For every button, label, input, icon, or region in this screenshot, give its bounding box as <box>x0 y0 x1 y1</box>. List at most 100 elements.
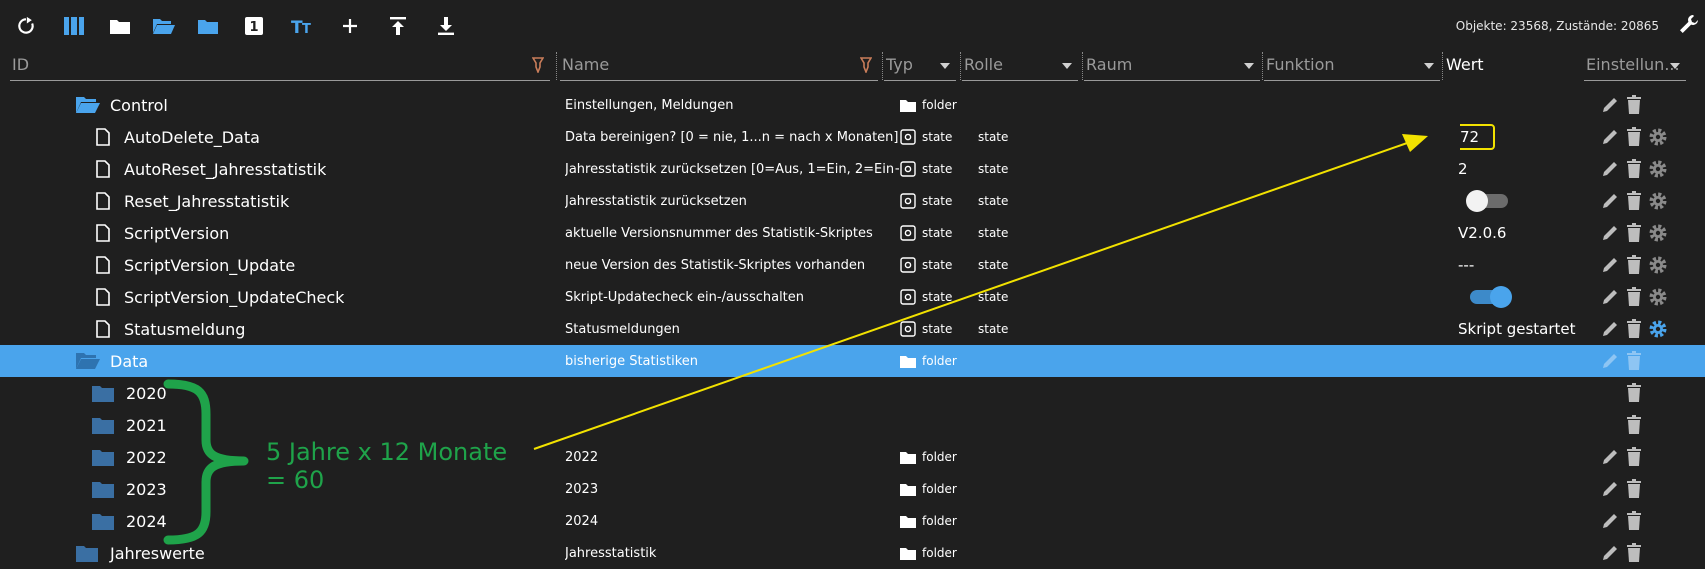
edit-icon[interactable] <box>1600 95 1620 115</box>
column-header-id[interactable]: ID <box>10 52 550 81</box>
table-row[interactable]: 2023 2023 folder <box>0 473 1705 505</box>
chevron-down-icon[interactable] <box>1670 63 1680 69</box>
trash-icon[interactable] <box>1626 511 1642 531</box>
trash-icon[interactable] <box>1626 415 1642 435</box>
column-header-funktion[interactable]: Funktion <box>1264 52 1440 81</box>
filter-pin-icon[interactable] <box>860 57 872 73</box>
edit-icon[interactable] <box>1600 511 1620 531</box>
trash-icon[interactable] <box>1626 95 1642 115</box>
folder-open-icon[interactable] <box>152 14 176 38</box>
trash-icon[interactable] <box>1626 351 1642 371</box>
folder-closed-icon[interactable] <box>108 14 132 38</box>
row-name: Jahresstatistik zurücksetzen <box>565 193 747 209</box>
gear-icon[interactable] <box>1648 159 1668 179</box>
column-header-name[interactable]: Name <box>560 52 878 81</box>
edit-icon[interactable] <box>1600 255 1620 275</box>
folder-icon[interactable] <box>92 513 114 530</box>
folder-icon <box>900 355 916 368</box>
table-row[interactable]: AutoDelete_Data Data bereinigen? [0 = ni… <box>0 121 1705 153</box>
trash-icon[interactable] <box>1626 255 1642 275</box>
column-header-typ[interactable]: Typ <box>884 52 956 81</box>
download-icon[interactable] <box>434 14 458 38</box>
edit-icon[interactable] <box>1600 223 1620 243</box>
edit-icon[interactable] <box>1600 287 1620 307</box>
file-icon <box>96 160 110 178</box>
edit-icon[interactable] <box>1600 191 1620 211</box>
folder-blue-icon[interactable] <box>196 14 220 38</box>
table-row[interactable]: 2024 2024 folder <box>0 505 1705 537</box>
table-row[interactable]: ScriptVersion_Update neue Version des St… <box>0 249 1705 281</box>
row-value[interactable]: 72 <box>1460 124 1496 150</box>
folder-icon[interactable] <box>92 449 114 466</box>
trash-icon[interactable] <box>1626 223 1642 243</box>
folder-open-icon[interactable] <box>76 352 100 370</box>
row-type: folder <box>922 354 957 368</box>
table-row[interactable]: ScriptVersion_UpdateCheck Skript-Updatec… <box>0 281 1705 313</box>
table-row[interactable]: Reset_Jahresstatistik Jahresstatistik zu… <box>0 185 1705 217</box>
row-value[interactable]: V2.0.6 <box>1458 217 1568 249</box>
trash-icon[interactable] <box>1626 383 1642 403</box>
text-size-icon[interactable]: TT <box>290 14 314 38</box>
row-id: Data <box>110 351 149 371</box>
edit-icon[interactable] <box>1600 479 1620 499</box>
row-value[interactable]: Skript gestartet <box>1458 313 1598 345</box>
table-row[interactable]: 2021 <box>0 409 1705 441</box>
chevron-down-icon[interactable] <box>1424 63 1434 69</box>
table-row[interactable]: 2022 2022 folder <box>0 441 1705 473</box>
columns-icon[interactable] <box>62 14 86 38</box>
row-role: state <box>978 162 1009 176</box>
gear-icon[interactable] <box>1648 223 1668 243</box>
table-row[interactable]: Jahreswerte Jahresstatistik folder <box>0 537 1705 569</box>
gear-icon[interactable] <box>1648 191 1668 211</box>
folder-icon[interactable] <box>92 481 114 498</box>
edit-icon[interactable] <box>1600 351 1620 371</box>
wrench-icon[interactable] <box>1679 14 1699 38</box>
table-row[interactable]: 2020 <box>0 377 1705 409</box>
gear-icon[interactable] <box>1648 319 1668 339</box>
row-value[interactable]: 2 <box>1458 153 1568 185</box>
trash-icon[interactable] <box>1626 191 1642 211</box>
trash-icon[interactable] <box>1626 287 1642 307</box>
row-value[interactable]: --- <box>1458 249 1568 281</box>
trash-icon[interactable] <box>1626 159 1642 179</box>
edit-icon[interactable] <box>1600 447 1620 467</box>
chevron-down-icon[interactable] <box>1244 63 1254 69</box>
trash-icon[interactable] <box>1626 479 1642 499</box>
edit-icon[interactable] <box>1600 127 1620 147</box>
edit-icon[interactable] <box>1600 319 1620 339</box>
update-check-toggle[interactable] <box>1470 286 1512 308</box>
column-header-rolle[interactable]: Rolle <box>962 52 1078 81</box>
column-header-raum[interactable]: Raum <box>1084 52 1260 81</box>
gear-icon[interactable] <box>1648 127 1668 147</box>
reset-toggle[interactable] <box>1466 190 1508 212</box>
folder-icon[interactable] <box>92 417 114 434</box>
gear-icon[interactable] <box>1648 287 1668 307</box>
trash-icon[interactable] <box>1626 447 1642 467</box>
table-row[interactable]: Control Einstellungen, Meldungen folder <box>0 89 1705 121</box>
folder-icon[interactable] <box>92 385 114 402</box>
table-row[interactable]: AutoReset_Jahresstatistik Jahresstatisti… <box>0 153 1705 185</box>
gear-icon[interactable] <box>1648 255 1668 275</box>
trash-icon[interactable] <box>1626 319 1642 339</box>
folder-icon[interactable] <box>76 545 98 562</box>
refresh-icon[interactable] <box>14 14 38 38</box>
chevron-down-icon[interactable] <box>940 63 950 69</box>
one-icon[interactable]: 1 <box>242 14 266 38</box>
edit-icon[interactable] <box>1600 159 1620 179</box>
column-header-settings[interactable]: Einstellun... <box>1584 52 1686 81</box>
table-row[interactable]: Statusmeldung Statusmeldungen state stat… <box>0 313 1705 345</box>
row-type: folder <box>922 450 957 464</box>
row-name: 2022 <box>565 449 599 465</box>
edit-icon[interactable] <box>1600 543 1620 563</box>
folder-icon <box>900 547 916 560</box>
trash-icon[interactable] <box>1626 543 1642 563</box>
table-row-selected[interactable]: Data bisherige Statistiken folder <box>0 345 1705 377</box>
folder-open-icon[interactable] <box>76 96 100 114</box>
table-row[interactable]: ScriptVersion aktuelle Versionsnummer de… <box>0 217 1705 249</box>
row-id: ScriptVersion_UpdateCheck <box>124 287 345 307</box>
chevron-down-icon[interactable] <box>1062 63 1072 69</box>
trash-icon[interactable] <box>1626 127 1642 147</box>
plus-icon[interactable] <box>338 14 362 38</box>
filter-pin-icon[interactable] <box>532 57 544 73</box>
upload-icon[interactable] <box>386 14 410 38</box>
